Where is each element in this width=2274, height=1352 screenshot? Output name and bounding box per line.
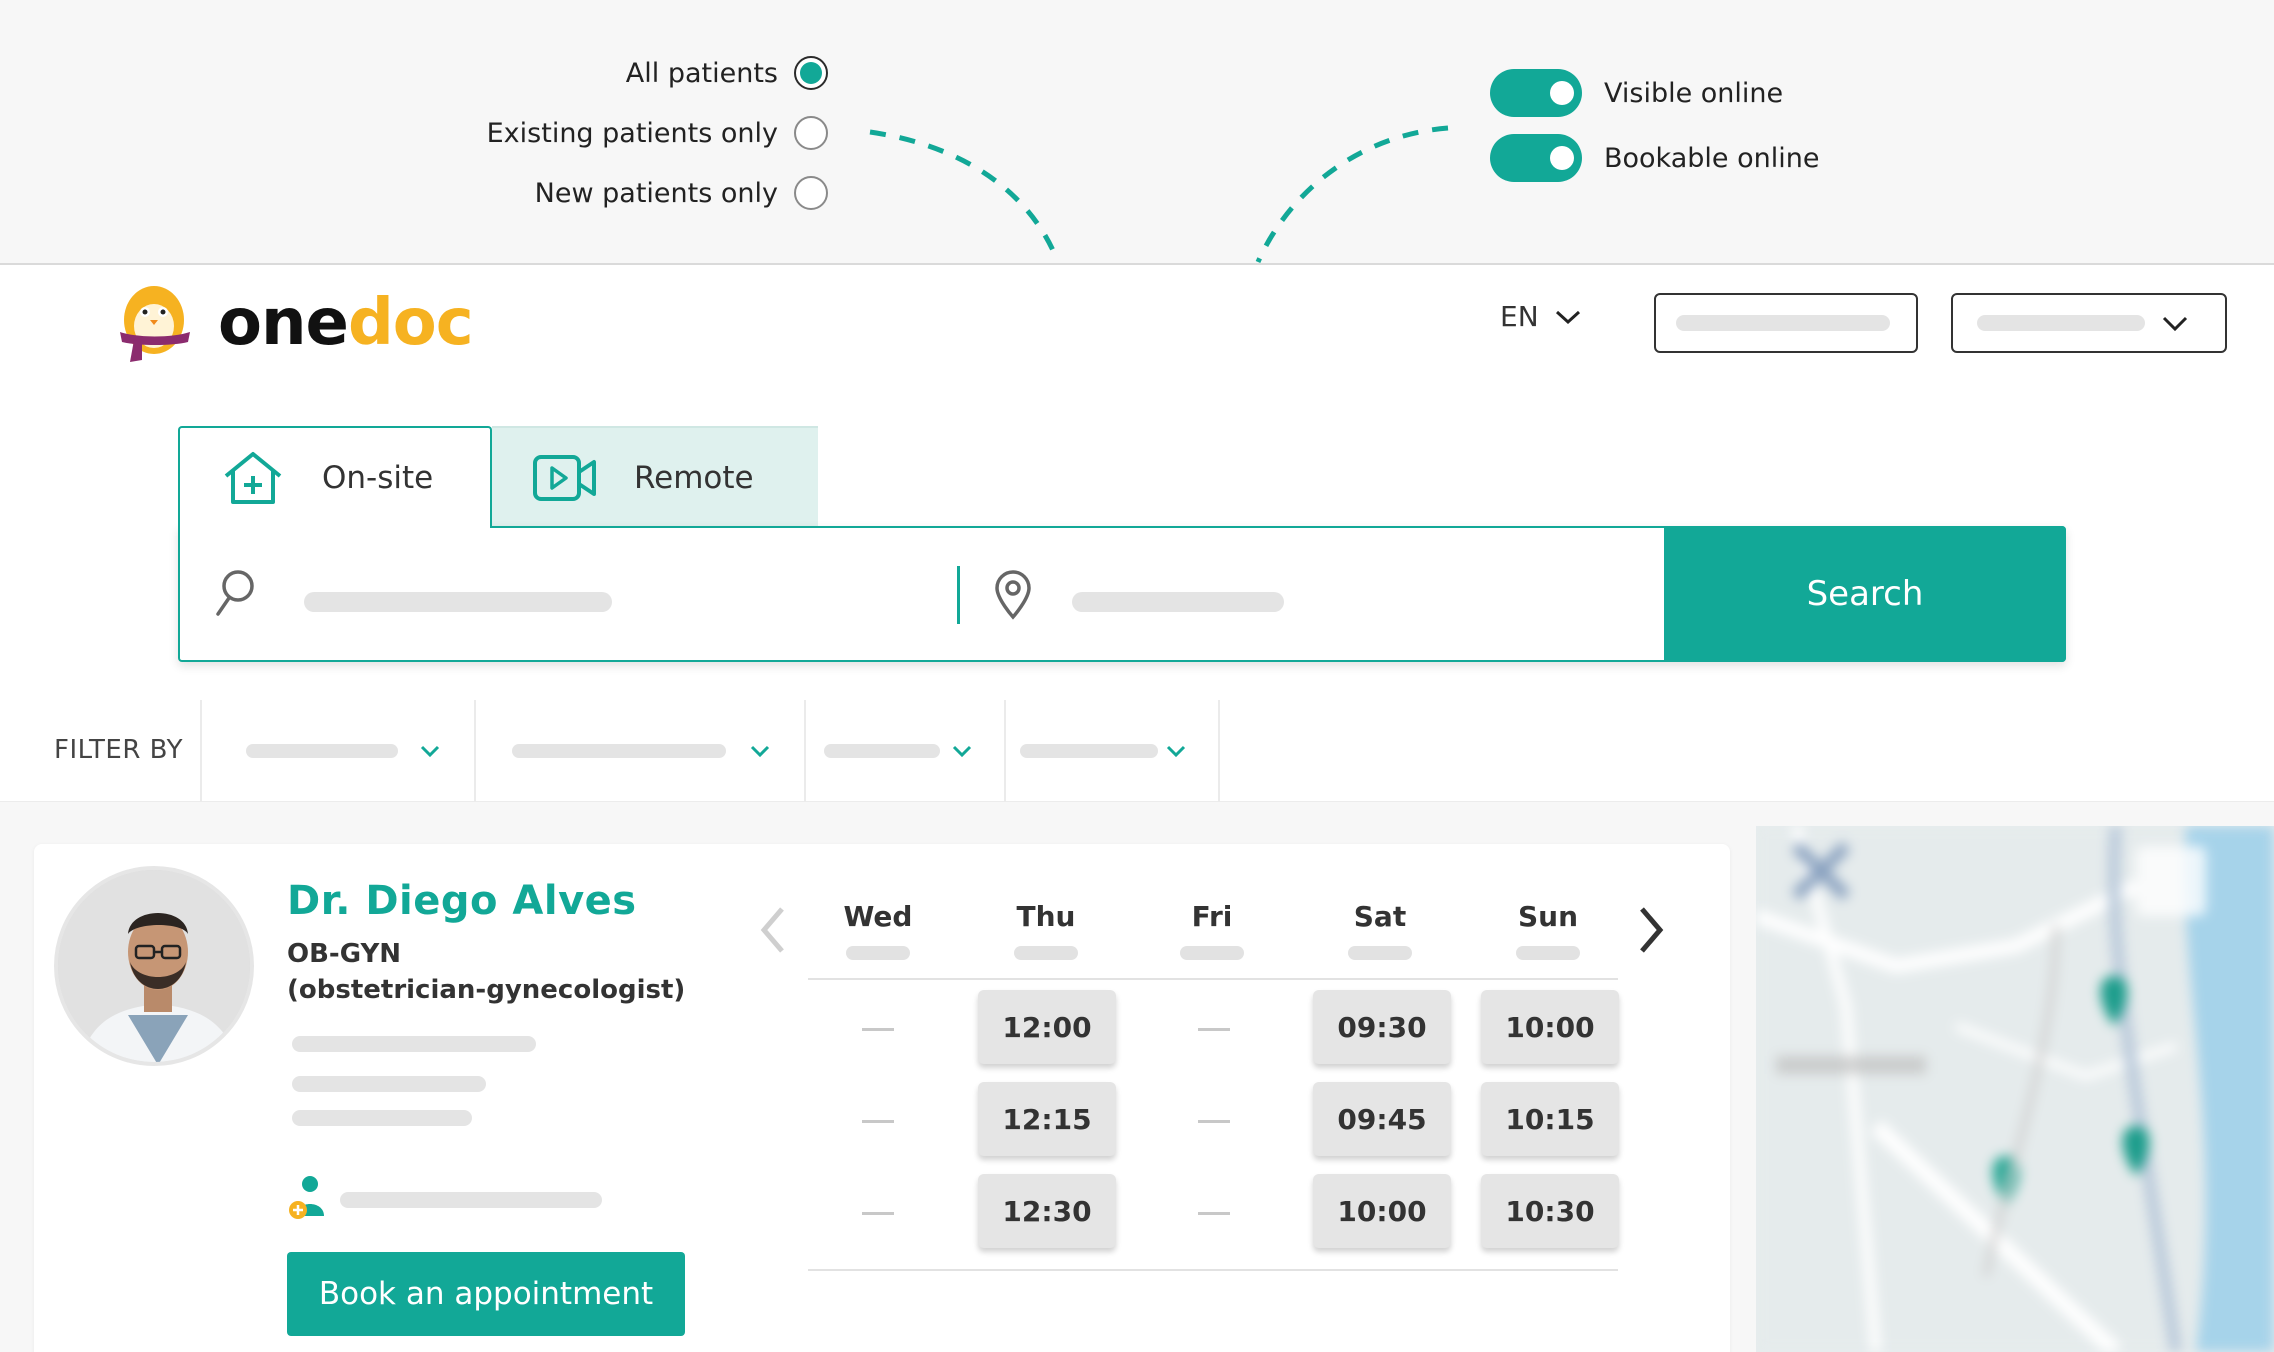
header-input[interactable] [1654,293,1918,353]
logo-text-doc: doc [347,286,474,360]
chevron-down-icon [1166,745,1186,758]
placeholder-bar [824,744,940,758]
onedoc-logo[interactable]: onedoc [112,280,474,366]
filter-dropdown-3[interactable] [806,700,1004,802]
calendar-divider [808,978,1618,980]
no-slot-dash [1198,1212,1230,1215]
placeholder-bar [512,744,726,758]
calendar-prev-icon[interactable] [758,905,788,955]
time-slot[interactable]: 09:45 [1313,1082,1451,1156]
no-slot-dash [862,1120,894,1123]
filter-label: FILTER BY [54,735,183,765]
results-map[interactable] [1756,826,2274,1352]
day-header: Sat [1353,900,1407,933]
tab-remote[interactable]: Remote [492,426,818,528]
no-slot-dash [1198,1120,1230,1123]
placeholder-bar [304,592,612,612]
date-placeholder [1180,946,1244,960]
placeholder-bar [1977,315,2145,331]
time-slot[interactable]: 12:30 [978,1174,1116,1248]
where-search-input[interactable] [1068,580,1628,634]
specialty-line: (obstetrician-gynecologist) [287,975,686,1005]
date-placeholder [1516,946,1580,960]
house-plus-icon [220,450,286,506]
no-slot-dash [862,1028,894,1031]
chevron-down-icon [952,745,972,758]
placeholder-bar [1020,744,1158,758]
language-value: EN [1500,300,1539,333]
time-slot[interactable]: 10:00 [1313,1174,1451,1248]
placeholder-bar [246,744,398,758]
location-pin-icon [995,570,1031,620]
book-appointment-button[interactable]: Book an appointment [287,1252,685,1336]
specialty-line: OB-GYN [287,939,402,969]
day-header: Wed [843,900,913,933]
logo-text-one: one [218,286,349,360]
no-slot-dash [1198,1028,1230,1031]
calendar-divider [808,1269,1618,1271]
doctor-avatar [54,866,254,1066]
search-button[interactable]: Search [1664,526,2066,662]
placeholder-bar [340,1192,602,1208]
calendar-next-icon[interactable] [1636,905,1666,955]
time-slot[interactable]: 10:00 [1481,990,1619,1064]
time-slot[interactable]: 12:00 [978,990,1116,1064]
date-placeholder [846,946,910,960]
tab-label: Remote [634,460,754,496]
filter-dropdown-1[interactable] [202,700,474,802]
new-patient-icon [289,1176,324,1219]
time-slot[interactable]: 10:15 [1481,1082,1619,1156]
filter-divider [1218,700,1220,802]
video-camera-icon [532,452,598,504]
placeholder-bar [292,1110,472,1126]
doctor-name[interactable]: Dr. Diego Alves [287,878,637,924]
chevron-down-icon [1555,310,1580,324]
time-slot[interactable]: 10:30 [1481,1174,1619,1248]
date-placeholder [1348,946,1412,960]
chevron-down-icon [750,745,770,758]
chevron-down-icon [2162,316,2188,332]
language-selector[interactable]: EN [1500,300,1581,333]
placeholder-bar [292,1036,536,1052]
header-dropdown[interactable] [1951,293,2227,353]
penguin-mascot-icon [120,286,190,362]
doctor-specialty: OB-GYN (obstetrician-gynecologist) [287,936,685,1008]
day-header: Sun [1517,900,1579,933]
tab-on-site[interactable]: On-site [178,426,492,528]
chevron-down-icon [420,745,440,758]
date-placeholder [1014,946,1078,960]
placeholder-bar [1072,592,1284,612]
connector-dashes [869,125,1449,264]
search-divider [957,566,960,624]
tab-label: On-site [322,460,434,496]
day-header: Fri [1191,900,1233,933]
no-slot-dash [862,1212,894,1215]
time-slot[interactable]: 12:15 [978,1082,1116,1156]
filter-dropdown-2[interactable] [476,700,804,802]
placeholder-bar [1676,315,1890,331]
search-icon [216,570,254,616]
filter-dropdown-4[interactable] [1006,700,1218,802]
time-slot[interactable]: 09:30 [1313,990,1451,1064]
day-header: Thu [1016,900,1076,933]
placeholder-bar [292,1076,486,1092]
what-search-input[interactable] [300,580,800,634]
